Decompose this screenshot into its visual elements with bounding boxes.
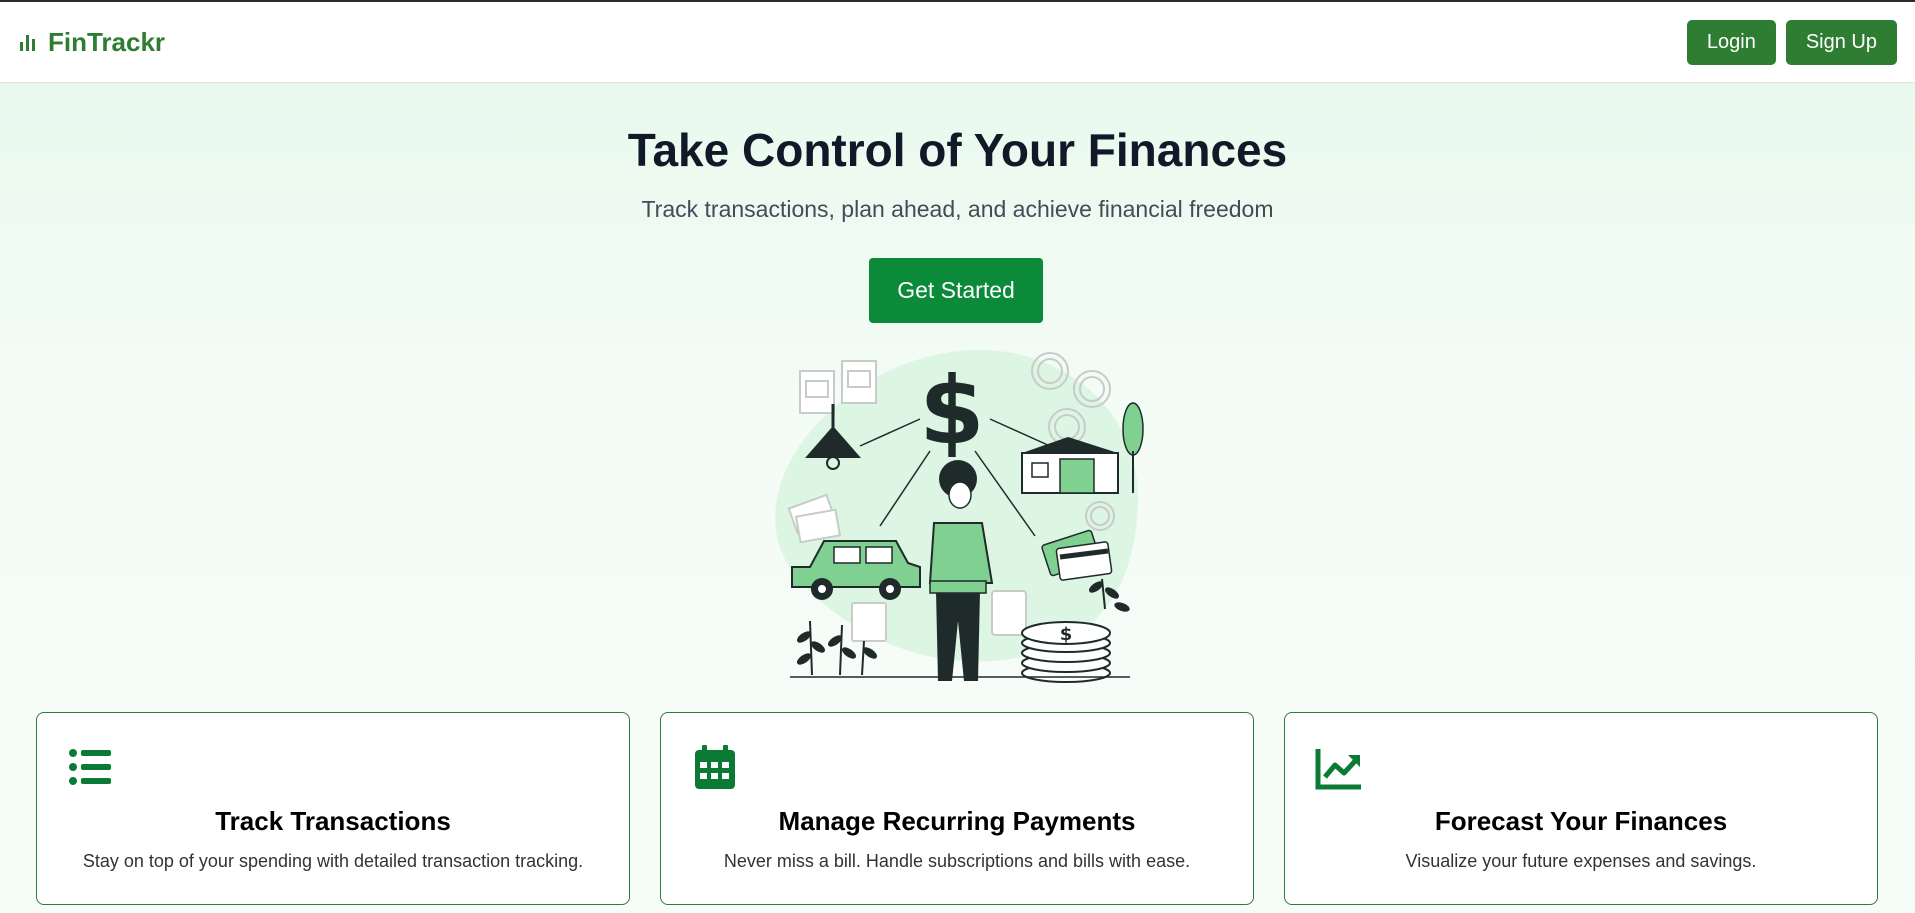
svg-text:$: $ bbox=[919, 357, 984, 466]
bar-chart-icon bbox=[20, 35, 35, 51]
signup-button[interactable]: Sign Up bbox=[1785, 19, 1897, 65]
feature-title: Manage Recurring Payments bbox=[778, 806, 1136, 836]
feature-card-forecast: Forecast Your Finances Visualize your fu… bbox=[1284, 712, 1878, 905]
feature-card-track-transactions: Track Transactions Stay on top of your s… bbox=[36, 712, 630, 905]
feature-card-recurring-payments: Manage Recurring Payments Never miss a b… bbox=[660, 712, 1254, 905]
list-icon bbox=[69, 749, 111, 785]
feature-title: Track Transactions bbox=[215, 806, 451, 836]
feature-title: Forecast Your Finances bbox=[1434, 806, 1728, 836]
feature-description: Stay on top of your spending with detail… bbox=[82, 851, 584, 871]
feature-description: Visualize your future expenses and savin… bbox=[1405, 851, 1757, 871]
hero-section: Take Control of Your Finances Track tran… bbox=[0, 83, 1915, 913]
get-started-button[interactable]: Get Started bbox=[869, 258, 1043, 323]
hero-title: Take Control of Your Finances bbox=[627, 124, 1288, 176]
hero-subtitle: Track transactions, plan ahead, and achi… bbox=[641, 196, 1274, 222]
brand-logo[interactable]: FinTrackr bbox=[20, 27, 165, 58]
feature-cards: Track Transactions Stay on top of your s… bbox=[36, 712, 1878, 905]
auth-buttons: Login Sign Up bbox=[1686, 19, 1897, 65]
finance-illustration: $ $ bbox=[775, 349, 1144, 683]
calendar-icon bbox=[695, 745, 735, 789]
brand-name: FinTrackr bbox=[48, 26, 166, 57]
svg-text:$: $ bbox=[1060, 624, 1073, 645]
feature-description: Never miss a bill. Handle subscriptions … bbox=[723, 851, 1191, 871]
trend-chart-icon bbox=[1315, 749, 1361, 790]
login-button[interactable]: Login bbox=[1686, 19, 1776, 65]
navbar: FinTrackr Login Sign Up bbox=[0, 2, 1915, 83]
